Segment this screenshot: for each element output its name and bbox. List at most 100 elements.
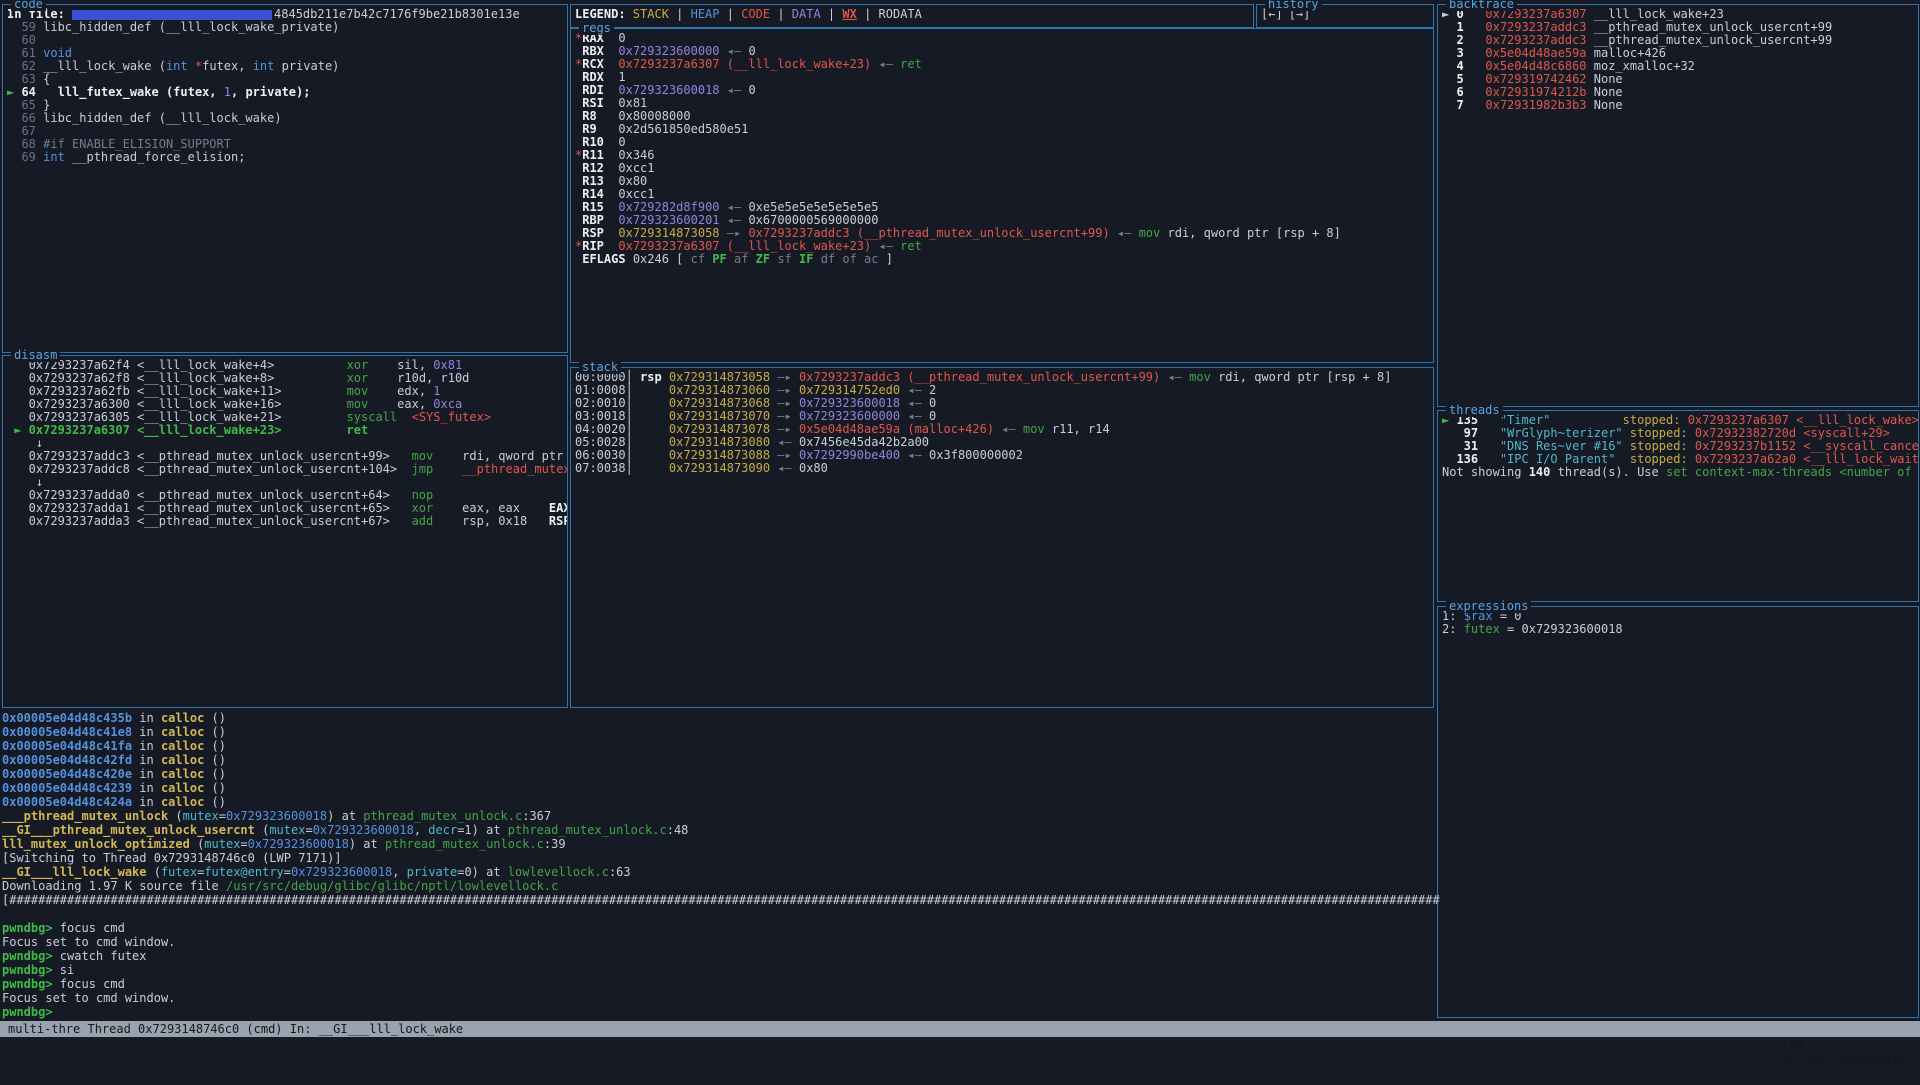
- text-segment: [397, 410, 411, 424]
- text-segment: malloc+426: [1587, 46, 1666, 60]
- text-segment: xor: [412, 501, 463, 515]
- text-line: pwndbg> cwatch futex: [2, 949, 1438, 963]
- stack-body: 00:0000│ rsp 0x729314873058 —▸ 0x7293237…: [571, 368, 1433, 707]
- text-line: RSI 0x81: [575, 97, 1429, 110]
- text-segment: 0x7293237a62f8 <__lll_lock_wake+8>: [7, 371, 347, 385]
- text-segment: (): [204, 725, 226, 739]
- text-segment: |: [821, 7, 843, 21]
- text-segment: rdi, qword ptr [rsp + 8]: [1160, 226, 1341, 240]
- text-segment: R8: [582, 109, 596, 123]
- text-segment: pthread_mutex_unlock.c: [363, 809, 522, 823]
- text-segment: 02:0010│: [575, 396, 669, 410]
- text-segment: 0x00005e04d48c435b: [2, 711, 132, 725]
- text-segment: =: [305, 823, 312, 837]
- text-segment: =: [284, 865, 291, 879]
- text-segment: ,: [392, 865, 406, 879]
- text-segment: 0x729314873090: [669, 461, 770, 475]
- text-segment: lll_futex_wake (futex,: [43, 85, 224, 99]
- text-segment: 0x7293237adda0 <__pthread_mutex_unlock_u…: [7, 488, 412, 502]
- backtrace-panel-label: backtrace: [1446, 0, 1517, 11]
- text-segment: 04:0020│: [575, 422, 669, 436]
- text-segment: None: [1587, 98, 1623, 112]
- text-segment: 64: [21, 85, 43, 99]
- text-segment: [1442, 33, 1456, 47]
- text-segment: 2: [929, 383, 936, 397]
- text-segment: in: [132, 711, 161, 725]
- text-segment: calloc: [161, 795, 204, 809]
- text-segment: R10: [582, 135, 604, 149]
- text-segment: in: [132, 725, 161, 739]
- text-segment: 0x5e04d48c6860: [1485, 59, 1586, 73]
- text-line: R9 0x2d561850ed580e51: [575, 123, 1429, 136]
- text-segment: (: [168, 809, 182, 823]
- text-segment: 4: [1456, 59, 1463, 73]
- text-segment: CODE: [741, 7, 770, 21]
- text-segment: ◂—: [720, 200, 749, 214]
- text-segment: Focus set to cmd window.: [2, 935, 175, 949]
- text-segment: 61: [7, 46, 43, 60]
- text-segment: mov: [412, 449, 463, 463]
- text-segment: 0x729314873068: [669, 396, 770, 410]
- text-segment: ►: [7, 85, 21, 99]
- text-segment: stopped:: [1623, 413, 1688, 427]
- text-segment: /usr/src/debug/glibc/glibc/nptl/lowlevel…: [226, 879, 558, 893]
- text-segment: [1442, 46, 1456, 60]
- history-panel: history [←][→]: [1256, 4, 1434, 28]
- text-segment: [527, 514, 549, 528]
- text-segment: 0x00005e04d48c4239: [2, 781, 132, 795]
- text-segment: 0x3f800000002: [929, 448, 1023, 462]
- text-segment: [Switching to Thread 0x7293148746c0 (LWP…: [2, 851, 342, 865]
- text-segment: 69: [7, 150, 43, 164]
- text-segment: 0x7456e45da42b2a00: [799, 435, 929, 449]
- text-segment: 2:: [1442, 622, 1464, 636]
- text-segment: (): [204, 739, 226, 753]
- text-segment: 7: [1456, 98, 1463, 112]
- text-segment: futex@entry: [204, 865, 283, 879]
- gdb-console[interactable]: 0x00005e04d48c435b in calloc () 0x00005e0…: [0, 709, 1440, 1023]
- text-segment: [604, 44, 618, 58]
- text-segment: 0x246: [633, 252, 669, 266]
- text-segment: si: [60, 963, 74, 977]
- text-line: __GI___pthread_mutex_unlock_usercnt (mut…: [2, 823, 1438, 837]
- text-segment: 0x7293237addc3: [1485, 33, 1586, 47]
- text-segment: 0x80: [618, 174, 647, 188]
- text-segment: eax,: [397, 397, 433, 411]
- text-segment: ret: [900, 239, 922, 253]
- text-segment: —▸: [770, 396, 799, 410]
- text-segment: [520, 501, 549, 515]
- text-segment: (): [204, 795, 226, 809]
- text-segment: 0xca: [433, 397, 462, 411]
- text-segment: 0: [748, 44, 755, 58]
- text-segment: futex,: [202, 59, 253, 73]
- text-segment: —▸: [770, 370, 799, 384]
- status-left-text: multi-thre Thread 0x7293148746c0 (cmd) I…: [8, 1021, 463, 1037]
- text-segment: ◂—: [770, 435, 799, 449]
- text-segment: calloc: [161, 725, 204, 739]
- text-segment: 6: [1456, 85, 1463, 99]
- text-segment: calloc: [161, 753, 204, 767]
- text-segment: [1464, 59, 1486, 73]
- text-segment: STACK: [633, 7, 669, 21]
- text-segment: 0xcc1: [618, 161, 654, 175]
- text-segment: int: [166, 59, 188, 73]
- text-segment: 68: [7, 137, 43, 151]
- text-segment: HEAP: [691, 7, 720, 21]
- text-segment: "Timer": [1500, 413, 1551, 427]
- text-segment: pthread_mutex_unlock.c: [508, 823, 667, 837]
- text-segment: stopped:: [1630, 452, 1695, 466]
- text-segment: rdi, qword ptr [rsp + 8]: [1211, 370, 1392, 384]
- text-segment: Focus set to cmd window.: [2, 991, 175, 1005]
- text-segment: futex: [161, 865, 197, 879]
- text-segment: {: [43, 72, 50, 86]
- text-segment: 0x7293237a62a0: [1695, 452, 1796, 466]
- text-segment: [1464, 85, 1486, 99]
- text-segment: RDI: [582, 83, 604, 97]
- text-segment: RSP: [582, 226, 604, 240]
- text-segment: syscall: [347, 410, 398, 424]
- registers-panel: regs *RAX 0 RBX 0x729323600000 ◂— 0*RCX …: [570, 28, 1434, 363]
- text-segment: 0x7293237a6305 <__lll_lock_wake+21>: [7, 410, 347, 424]
- text-segment: }: [43, 98, 50, 112]
- text-segment: r10d, r10d: [397, 371, 469, 385]
- history-panel-label: history: [1265, 0, 1322, 11]
- text-line: 0x7293237adda3 <__pthread_mutex_unlock_u…: [7, 515, 563, 528]
